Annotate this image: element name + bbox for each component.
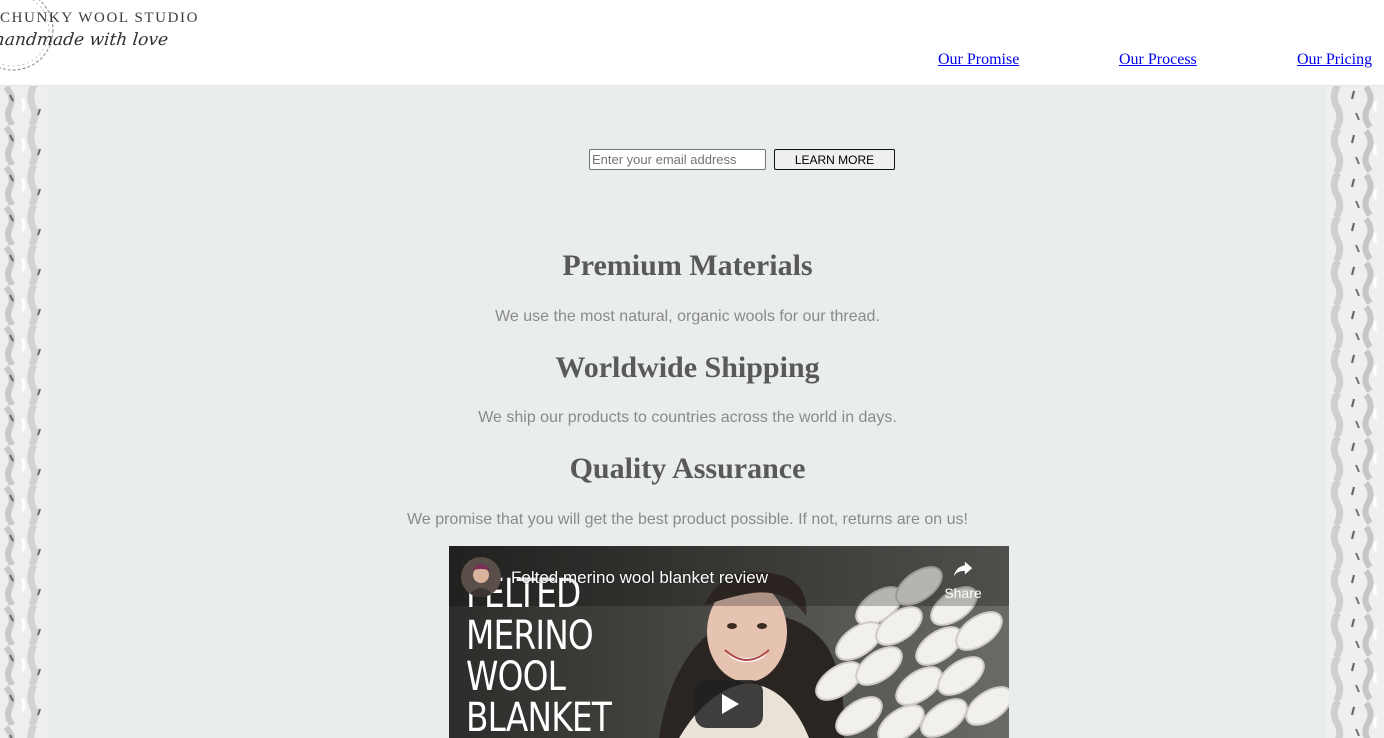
video-embed[interactable]: FELTED MERINO WOOL BLANKET Felted merino… (449, 546, 1009, 738)
video-overlay-line-4: BLANKET (466, 695, 612, 738)
learn-more-button[interactable]: LEARN MORE (774, 149, 895, 170)
feature-title-worldwide-shipping: Worldwide Shipping (555, 351, 820, 384)
share-button[interactable]: Share (941, 558, 985, 601)
email-signup-form: LEARN MORE (589, 149, 895, 170)
share-icon (953, 561, 973, 577)
channel-avatar[interactable] (461, 557, 501, 597)
feature-title-premium-materials: Premium Materials (562, 249, 813, 282)
video-overlay-line-3: WOOL (466, 654, 566, 700)
knit-texture-right (1326, 85, 1384, 738)
video-title[interactable]: Felted merino wool blanket review (511, 568, 768, 588)
feature-title-quality-assurance: Quality Assurance (569, 452, 806, 485)
feature-text-premium-materials: We use the most natural, organic wools f… (495, 308, 880, 325)
email-input[interactable] (589, 149, 766, 170)
knit-texture-left (0, 85, 50, 738)
nav-link-our-process[interactable]: Our Process (1119, 51, 1197, 69)
nav-link-our-pricing[interactable]: Our Pricing (1297, 51, 1372, 69)
feature-text-worldwide-shipping: We ship our products to countries across… (478, 409, 897, 426)
logo[interactable]: CHUNKY WOOL STUDIO handmade with love (0, 0, 200, 78)
site-header: CHUNKY WOOL STUDIO handmade with love Ou… (0, 0, 1384, 86)
share-label: Share (944, 585, 982, 601)
main-content: LEARN MORE Premium Materials We use the … (49, 85, 1326, 738)
logo-tagline: handmade with love (0, 30, 170, 50)
feature-text-quality-assurance: We promise that you will get the best pr… (407, 511, 968, 528)
play-icon[interactable] (695, 680, 763, 728)
video-overlay-line-2: MERINO (466, 613, 594, 659)
logo-brand: CHUNKY WOOL STUDIO (0, 10, 200, 26)
nav-link-our-promise[interactable]: Our Promise (938, 51, 1019, 69)
